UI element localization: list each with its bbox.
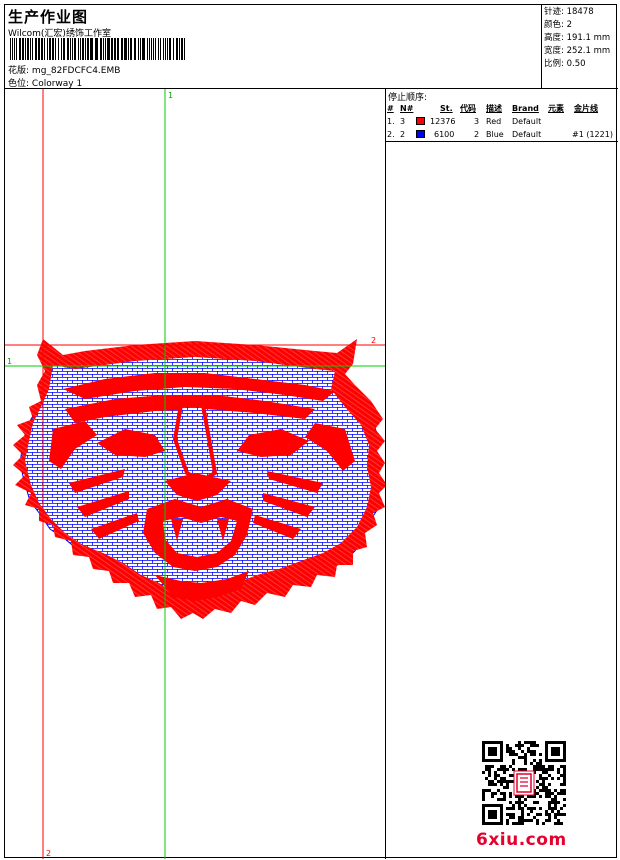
stats-panel: 针迹: 18478 颜色: 2 高度: 191.1 mm 宽度: 252.1 m…: [542, 5, 618, 89]
qr-code[interactable]: [482, 741, 566, 825]
tiger-embroidery-preview: 1 2 1 2: [5, 89, 385, 859]
stat-width: 宽度: 252.1 mm: [544, 46, 611, 56]
col-code: 代码: [460, 104, 476, 113]
col-desc: 描述: [486, 104, 502, 113]
design-label: 花版:: [8, 66, 30, 76]
stat-stitches: 针迹: 18478: [544, 7, 594, 17]
colorway-line: 色位: Colorway 1: [8, 76, 82, 89]
guide-label-red-h: 2: [371, 336, 376, 345]
col-sequin: 金片线: [574, 104, 598, 113]
col-needle: N#: [400, 104, 414, 113]
stop-sequence-panel: 停止顺序: # N# St. 代码 描述 Brand 元素 金片线 1. 3 1…: [386, 89, 618, 859]
table-header: # N# St. 代码 描述 Brand 元素 金片线: [386, 102, 618, 115]
col-stitches: St.: [440, 104, 453, 113]
stat-scale: 比例: 0.50: [544, 59, 586, 69]
design-file-line: 花版: mg_82FDCFC4.EMB: [8, 63, 120, 76]
header-panel: 生产作业图 Wilcom(汇宏)绣饰工作室 花版: mg_82FDCFC4.EM…: [5, 5, 542, 89]
design-preview: 1 2 1 2: [5, 89, 386, 859]
sheet-title: 生产作业图: [8, 8, 89, 26]
color-swatch-blue: [416, 130, 425, 138]
watermark-logo: 6xiu.com: [476, 830, 567, 850]
barcode: [10, 38, 185, 60]
colorway-name: Colorway 1: [31, 79, 83, 89]
stat-height: 高度: 191.1 mm: [544, 33, 611, 43]
design-file-name: mg_82FDCFC4.EMB: [31, 66, 121, 76]
production-sheet: 生产作业图 Wilcom(汇宏)绣饰工作室 花版: mg_82FDCFC4.EM…: [4, 4, 618, 859]
guide-label-green-v: 1: [168, 91, 173, 100]
guide-label-red-v: 2: [46, 849, 51, 858]
table-row: 2. 2 6100 2 Blue Default #1 (1221): [387, 130, 613, 139]
table-row: 1. 3 12376 3 Red Default: [387, 117, 542, 126]
color-swatch-red: [416, 117, 425, 125]
col-index: #: [387, 104, 394, 113]
guide-label-green-h: 1: [7, 357, 12, 366]
stop-sequence-table: # N# St. 代码 描述 Brand 元素 金片线 1. 3 12376 3…: [386, 102, 618, 142]
col-brand: Brand: [512, 104, 539, 113]
colorway-label: 色位:: [8, 79, 30, 89]
stat-colors: 颜色: 2: [544, 20, 572, 30]
col-element: 元素: [548, 104, 564, 113]
